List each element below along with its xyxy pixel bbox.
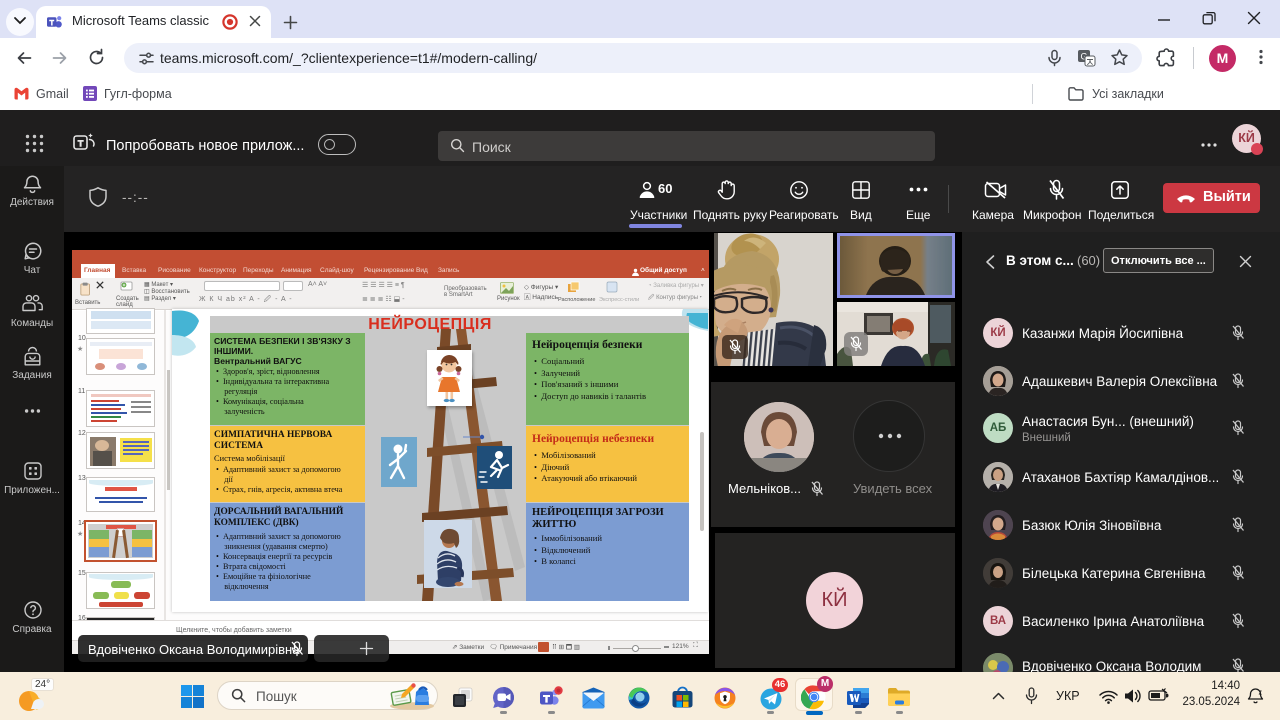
svg-text:z: z — [1259, 690, 1263, 697]
